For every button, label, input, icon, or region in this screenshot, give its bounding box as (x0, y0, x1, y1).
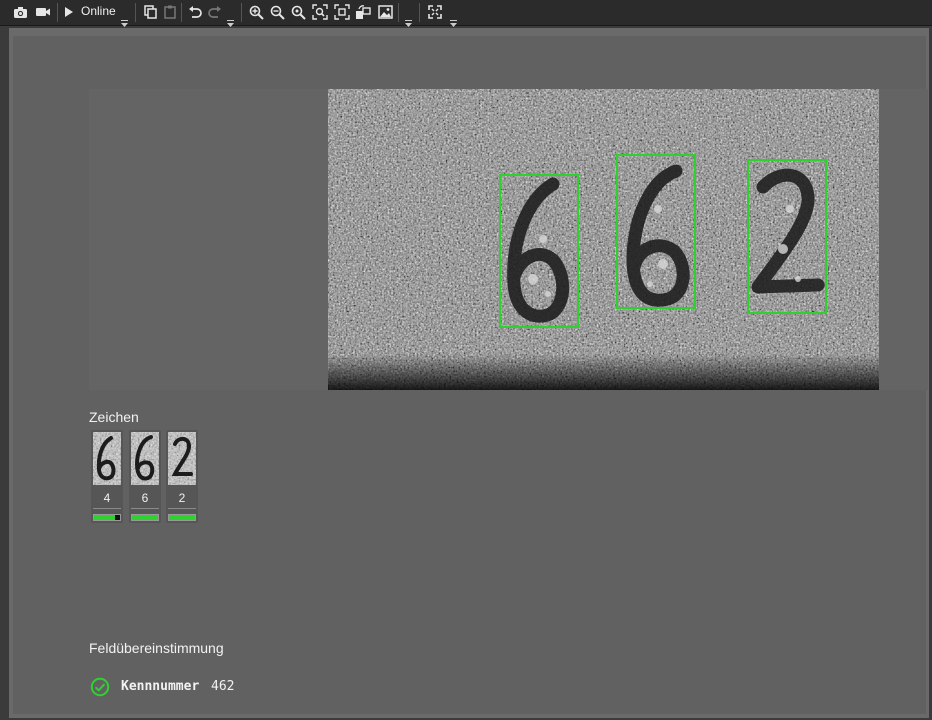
zoom-reset-icon[interactable] (289, 3, 307, 21)
redo-icon[interactable] (206, 3, 224, 21)
paste-icon[interactable] (161, 3, 179, 21)
copy-icon[interactable] (141, 3, 159, 21)
divider (93, 508, 121, 509)
field-value: 462 (211, 679, 235, 694)
toolbar: Online (0, 0, 932, 27)
confidence-fill-2 (132, 515, 158, 520)
inspection-image[interactable] (328, 89, 879, 390)
divider (168, 508, 196, 509)
chevron-down-icon[interactable] (121, 13, 128, 27)
char-thumbnail-2 (131, 432, 159, 485)
char-box-2[interactable] (616, 154, 696, 309)
char-value-3: 2 (178, 491, 186, 505)
field-match-title: Feldübereinstimmung (89, 640, 224, 656)
char-card-3[interactable]: 2 (166, 430, 198, 523)
chevron-down-icon[interactable] (227, 13, 234, 27)
image-icon[interactable] (376, 3, 394, 21)
confidence-fill-1 (94, 515, 116, 520)
rotate-icon[interactable] (354, 3, 372, 21)
char-thumbnail-3 (168, 432, 196, 485)
char-box-1[interactable] (499, 174, 579, 328)
check-circle-icon (90, 677, 110, 697)
confidence-bar-1 (93, 514, 121, 521)
online-mode-label[interactable]: Online (81, 4, 116, 18)
video-icon[interactable] (34, 3, 52, 21)
char-card-2[interactable]: 6 (129, 430, 161, 523)
undo-icon[interactable] (186, 3, 204, 21)
toolbar-separator (241, 3, 242, 22)
characters-title: Zeichen (89, 409, 139, 425)
zoom-in-icon[interactable] (247, 3, 265, 21)
chevron-down-icon[interactable] (405, 13, 412, 27)
divider (131, 508, 159, 509)
toolbar-separator (135, 3, 136, 22)
char-card-1[interactable]: 4 (91, 430, 123, 523)
confidence-fill-3 (169, 515, 195, 520)
fullscreen-icon[interactable] (426, 3, 444, 21)
confidence-bar-3 (168, 514, 196, 521)
toolbar-separator (398, 3, 399, 22)
toolbar-separator (57, 3, 58, 22)
zoom-fit-icon[interactable] (311, 3, 329, 21)
char-value-2: 6 (141, 491, 149, 505)
play-icon[interactable] (62, 3, 76, 21)
toolbar-separator (181, 3, 182, 22)
zoom-out-icon[interactable] (268, 3, 286, 21)
chevron-down-icon[interactable] (450, 13, 457, 27)
char-thumbnail-1 (93, 432, 121, 485)
camera-icon[interactable] (11, 3, 29, 21)
toolbar-separator (419, 3, 420, 22)
zoom-region-icon[interactable] (333, 3, 351, 21)
field-name: Kennnummer (121, 679, 200, 694)
char-value-1: 4 (103, 491, 111, 505)
char-box-3[interactable] (747, 159, 827, 314)
confidence-bar-2 (131, 514, 159, 521)
